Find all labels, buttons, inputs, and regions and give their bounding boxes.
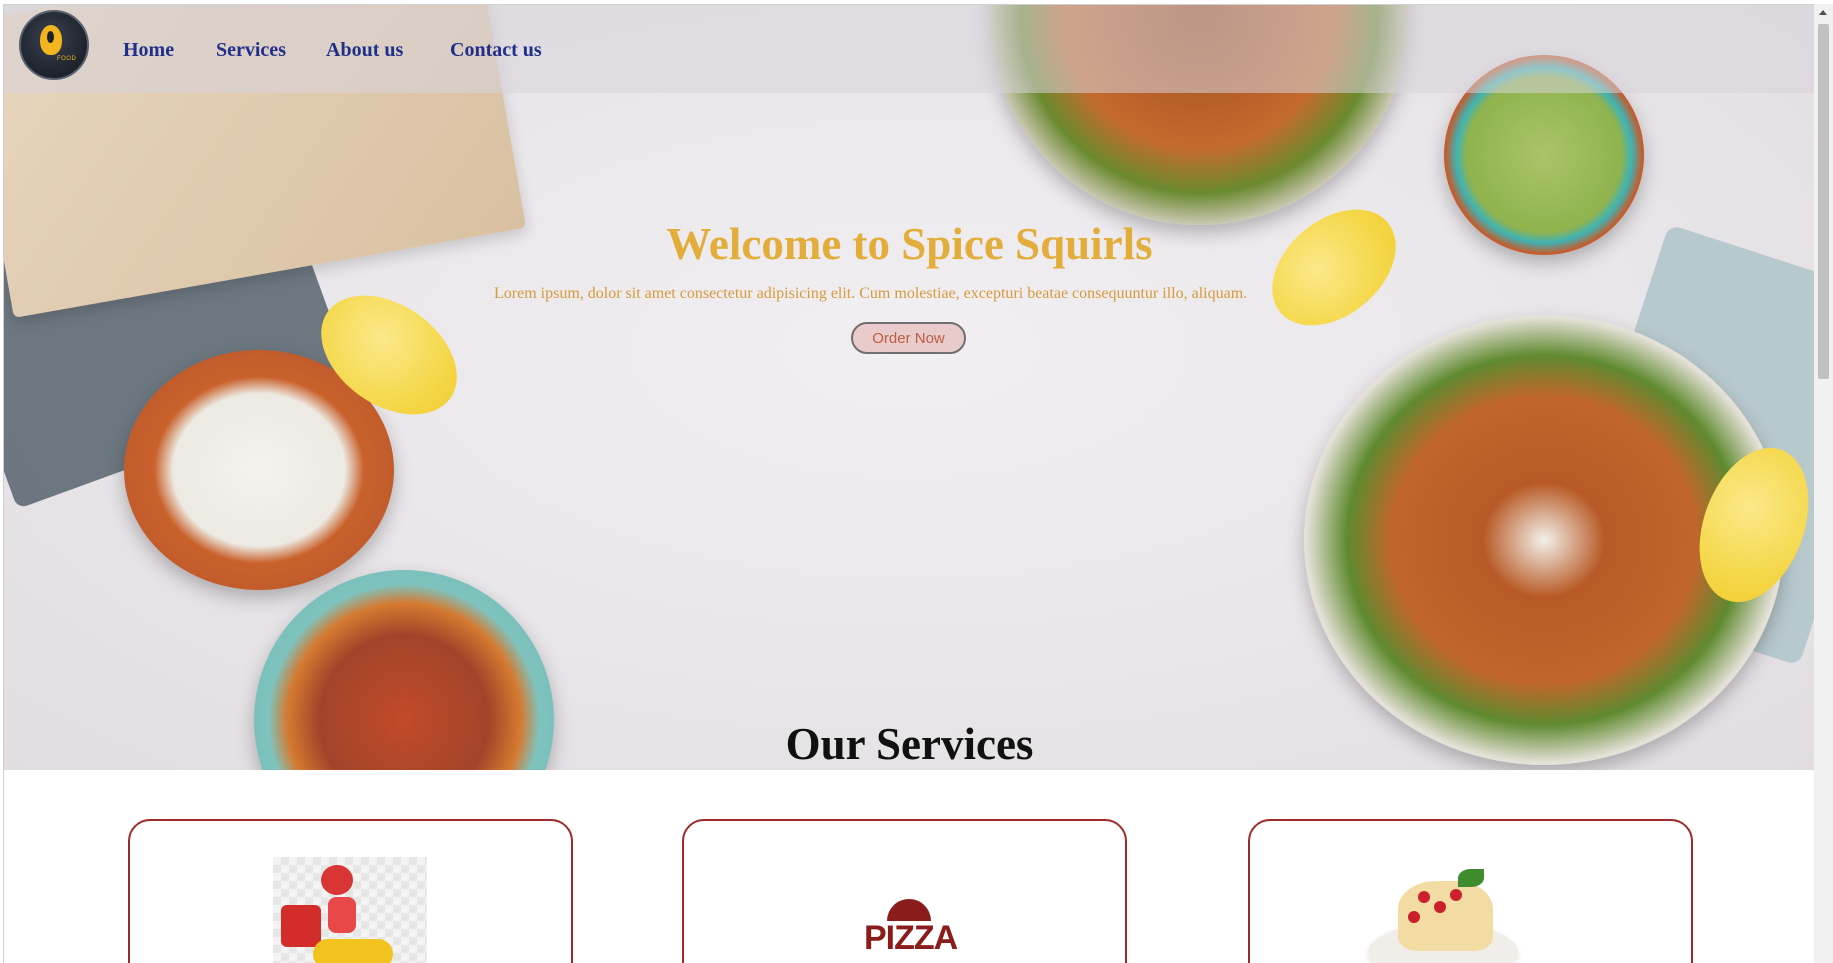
logo-text: FOOD — [57, 56, 77, 62]
pizza-dome-icon — [887, 899, 931, 921]
rider-helmet-icon — [321, 865, 353, 895]
berry-icon — [1408, 911, 1420, 923]
site-logo[interactable]: FOOD — [19, 10, 89, 80]
delivery-rider-image — [273, 857, 427, 963]
order-now-button[interactable]: Order Now — [851, 322, 966, 354]
service-card-pizza[interactable]: PIZZA — [682, 819, 1127, 963]
nav-link-contact[interactable]: Contact us — [450, 39, 542, 62]
pizza-logo-text: PIZZA — [864, 919, 958, 957]
delivery-box-icon — [281, 905, 321, 947]
services-title: Our Services — [785, 719, 1034, 769]
berry-icon — [1418, 891, 1430, 903]
logo-icon — [40, 25, 62, 55]
scooter-icon — [313, 939, 393, 963]
scroll-thumb[interactable] — [1818, 24, 1829, 379]
hero-title: Welcome to Spice Squirls — [666, 219, 1153, 269]
hero-section: FOOD Home Services About us Contact us W… — [4, 5, 1814, 770]
hero-tagline: Lorem ipsum, dolor sit amet consectetur … — [494, 285, 1248, 302]
rider-body-icon — [328, 897, 356, 933]
page-frame: FOOD Home Services About us Contact us W… — [3, 4, 1814, 963]
nav-link-about[interactable]: About us — [326, 39, 403, 62]
mint-leaf-icon — [1458, 869, 1484, 887]
berry-icon — [1450, 889, 1462, 901]
nav-link-services[interactable]: Services — [216, 39, 286, 62]
nav-link-home[interactable]: Home — [123, 39, 174, 62]
vertical-scrollbar[interactable] — [1814, 4, 1833, 963]
service-card-dessert[interactable] — [1248, 819, 1693, 963]
berry-icon — [1434, 901, 1446, 913]
crepe-dessert-image — [1368, 861, 1518, 963]
service-card-delivery[interactable] — [128, 819, 573, 963]
pizza-logo-image: PIZZA — [864, 899, 958, 963]
scroll-up-arrow-icon[interactable] — [1819, 10, 1827, 15]
